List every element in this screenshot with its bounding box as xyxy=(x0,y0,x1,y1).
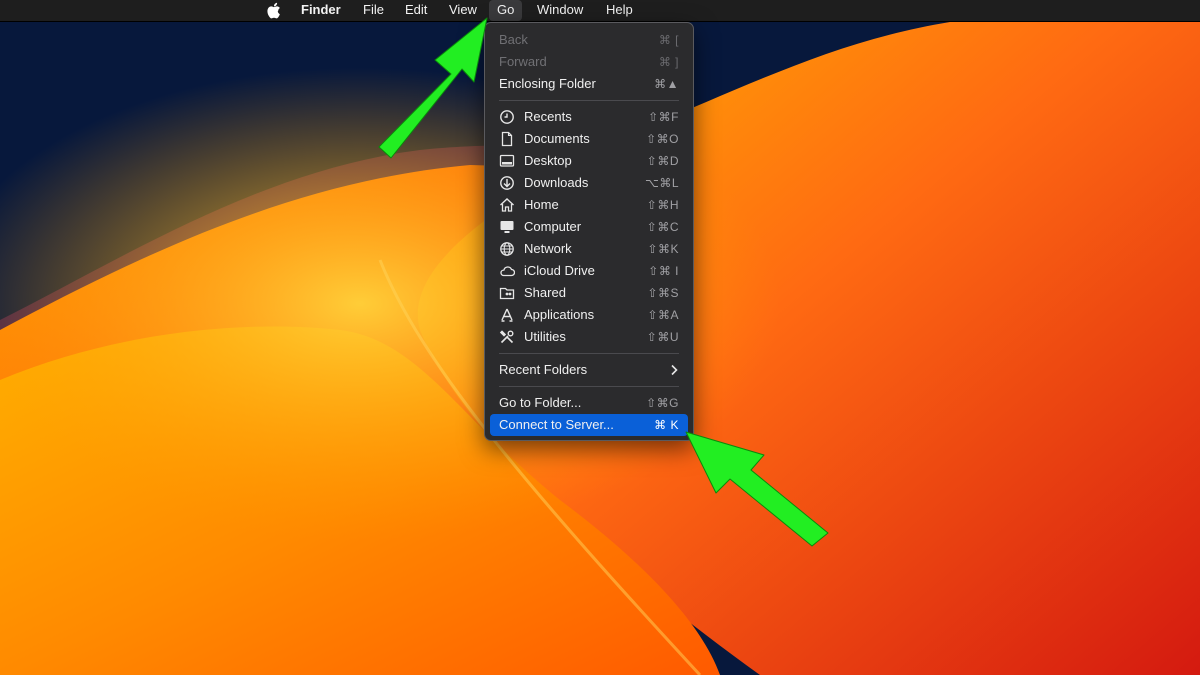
menu-item-shared[interactable]: Shared ⇧⌘S xyxy=(490,282,688,304)
menu-separator xyxy=(499,386,679,387)
menu-item-shortcut: ⇧⌘A xyxy=(647,308,679,322)
menu-item-connect-to-server[interactable]: Connect to Server... ⌘ K xyxy=(490,414,688,436)
cloud-icon xyxy=(500,266,515,277)
menu-bar: Finder File Edit View Go Window Help xyxy=(0,0,1200,22)
menu-finder[interactable]: Finder xyxy=(293,0,349,21)
desktop-icon xyxy=(499,154,515,167)
applications-icon xyxy=(501,308,513,322)
menu-go[interactable]: Go xyxy=(489,0,523,21)
menu-item-label: Downloads xyxy=(524,175,589,190)
download-icon xyxy=(500,176,514,190)
menu-item-shortcut: ⇧⌘S xyxy=(647,286,679,300)
menu-item-shortcut: ⇧⌘C xyxy=(646,220,679,234)
menu-item-go-to-folder[interactable]: Go to Folder... ⇧⌘G xyxy=(490,392,688,414)
menu-item-shortcut: ⌘ K xyxy=(654,418,679,432)
menu-separator xyxy=(499,353,679,354)
menu-item-label: Connect to Server... xyxy=(499,417,614,432)
menu-edit[interactable]: Edit xyxy=(397,0,435,21)
menu-item-label: Back xyxy=(499,32,528,47)
menu-item-utilities[interactable]: Utilities ⇧⌘U xyxy=(490,326,688,348)
menu-item-label: Desktop xyxy=(524,153,572,168)
menu-item-label: iCloud Drive xyxy=(524,263,595,278)
utilities-icon xyxy=(499,330,514,344)
menu-item-shortcut: ⇧⌘H xyxy=(646,198,679,212)
menu-item-label: Computer xyxy=(524,219,582,234)
menu-item-label: Enclosing Folder xyxy=(499,76,596,91)
menu-item-label: Network xyxy=(524,241,572,256)
menu-item-home[interactable]: Home ⇧⌘H xyxy=(490,194,688,216)
menu-item-recent-folders[interactable]: Recent Folders xyxy=(490,359,688,381)
menu-item-network[interactable]: Network ⇧⌘K xyxy=(490,238,688,260)
menu-item-shortcut: ⌘ [ xyxy=(658,33,679,47)
globe-icon xyxy=(500,242,514,256)
menu-item-recents[interactable]: Recents ⇧⌘F xyxy=(490,106,688,128)
menu-item-applications[interactable]: Applications ⇧⌘A xyxy=(490,304,688,326)
menu-item-label: Recent Folders xyxy=(499,362,588,377)
menu-item-enclosing-folder[interactable]: Enclosing Folder ⌘▲ xyxy=(490,73,688,95)
menu-item-shortcut: ⌘ ] xyxy=(658,55,679,69)
menu-item-shortcut: ⇧⌘K xyxy=(647,242,679,256)
menu-item-label: Go to Folder... xyxy=(499,395,582,410)
menu-item-shortcut: ⇧⌘G xyxy=(646,396,679,410)
menu-item-label: Utilities xyxy=(524,329,566,344)
menu-item-computer[interactable]: Computer ⇧⌘C xyxy=(490,216,688,238)
shared-folder-icon xyxy=(499,287,515,300)
menu-file[interactable]: File xyxy=(355,0,392,21)
menu-item-downloads[interactable]: Downloads ⌥⌘L xyxy=(490,172,688,194)
menu-item-label: Recents xyxy=(524,109,572,124)
computer-icon xyxy=(500,221,514,233)
menu-item-shortcut: ⇧⌘D xyxy=(646,154,679,168)
menu-window[interactable]: Window xyxy=(529,0,591,21)
menu-item-shortcut: ⇧⌘F xyxy=(648,110,679,124)
menu-item-label: Documents xyxy=(524,131,590,146)
document-icon xyxy=(501,131,513,147)
menu-item-shortcut: ⇧⌘O xyxy=(646,132,679,146)
menu-view[interactable]: View xyxy=(441,0,485,21)
menu-item-shortcut: ⌥⌘L xyxy=(644,176,679,190)
menu-item-label: Forward xyxy=(499,54,547,69)
menu-item-shortcut: ⇧⌘ I xyxy=(648,264,679,278)
menu-item-desktop[interactable]: Desktop ⇧⌘D xyxy=(490,150,688,172)
menu-item-back[interactable]: Back ⌘ [ xyxy=(490,29,688,51)
home-icon xyxy=(500,198,514,212)
menu-item-label: Shared xyxy=(524,285,566,300)
apple-logo-icon[interactable] xyxy=(266,2,284,19)
menu-item-icloud-drive[interactable]: iCloud Drive ⇧⌘ I xyxy=(490,260,688,282)
menu-item-documents[interactable]: Documents ⇧⌘O xyxy=(490,128,688,150)
menu-help[interactable]: Help xyxy=(598,0,641,21)
menu-separator xyxy=(499,100,679,101)
menu-item-forward[interactable]: Forward ⌘ ] xyxy=(490,51,688,73)
menu-item-label: Applications xyxy=(524,307,595,322)
menu-item-label: Home xyxy=(524,197,559,212)
menu-item-shortcut: ⇧⌘U xyxy=(646,330,679,344)
go-menu-dropdown: Back ⌘ [ Forward ⌘ ] Enclosing Folder ⌘▲… xyxy=(484,22,694,441)
menu-item-shortcut: ⌘▲ xyxy=(654,77,679,91)
chevron-right-icon xyxy=(671,364,678,376)
clock-icon xyxy=(500,110,514,124)
